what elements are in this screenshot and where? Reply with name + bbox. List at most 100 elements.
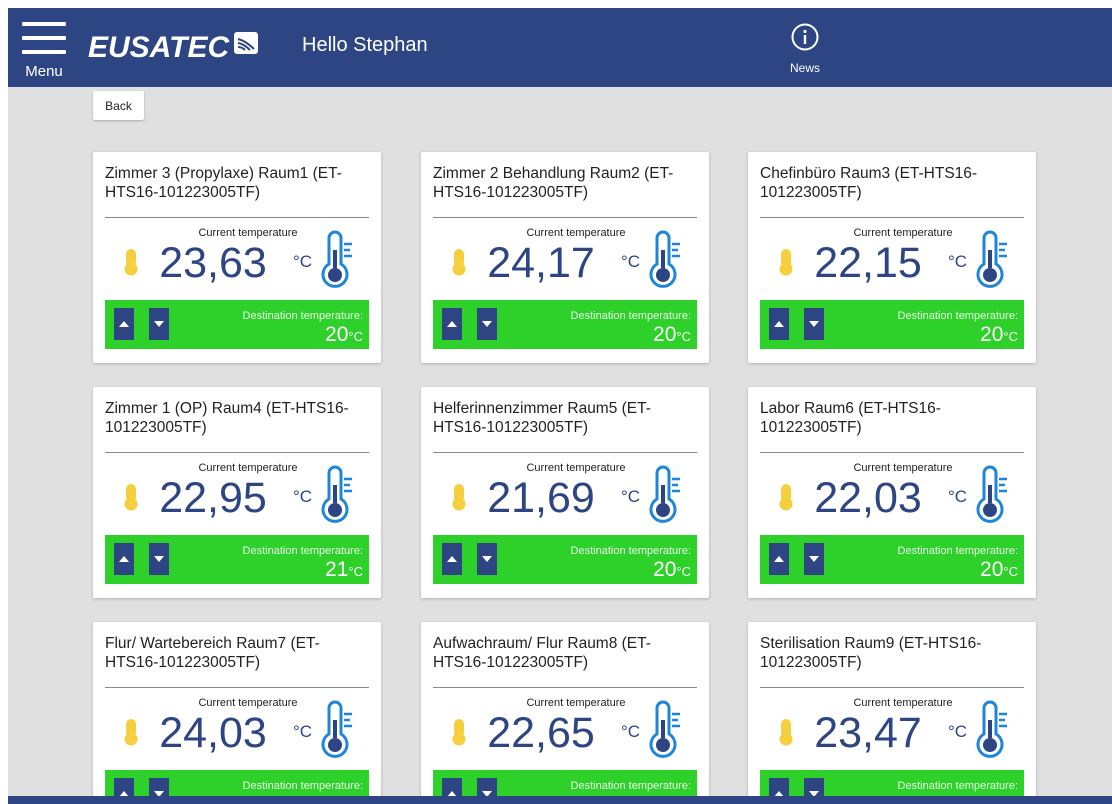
small-thermometer-icon bbox=[451, 248, 467, 281]
room-card-6: Labor Raum6 (ET-HTS16-101223005TF) Curre… bbox=[748, 387, 1036, 598]
room-name: Aufwachraum/ Flur Raum8 (ET-HTS16-101223… bbox=[433, 635, 651, 671]
decrease-temperature-button[interactable] bbox=[804, 543, 824, 575]
destination-temperature-label: Destination temperature: bbox=[570, 310, 691, 322]
destination-temperature-value: 21°C bbox=[325, 558, 363, 582]
news-label: News bbox=[789, 61, 820, 75]
destination-bar: Destination temperature: 20°C bbox=[105, 300, 369, 349]
room-name: Zimmer 3 (Propylaxe) Raum1 (ET-HTS16-101… bbox=[105, 165, 342, 201]
destination-unit: °C bbox=[676, 564, 691, 579]
main-content: Back Zimmer 3 (Propylaxe) Raum1 (ET-HTS1… bbox=[8, 87, 1112, 796]
room-card-2: Zimmer 2 Behandlung Raum2 (ET-HTS16-1012… bbox=[421, 152, 709, 363]
destination-temperature-label: Destination temperature: bbox=[242, 310, 363, 322]
back-button[interactable]: Back bbox=[93, 91, 144, 120]
room-card-3: Chefinbüro Raum3 (ET-HTS16-101223005TF) … bbox=[748, 152, 1036, 363]
destination-number: 21 bbox=[325, 558, 349, 581]
thermometer-icon bbox=[649, 230, 685, 295]
increase-temperature-button[interactable] bbox=[114, 778, 134, 796]
destination-number: 20 bbox=[325, 323, 349, 346]
destination-unit: °C bbox=[1003, 564, 1018, 579]
room-name: Sterilisation Raum9 (ET-HTS16-101223005T… bbox=[760, 635, 982, 671]
thermometer-icon bbox=[649, 700, 685, 765]
increase-temperature-button[interactable] bbox=[769, 778, 789, 796]
current-temperature-unit: °C bbox=[621, 487, 641, 506]
divider bbox=[433, 217, 697, 218]
small-thermometer-icon bbox=[123, 718, 139, 751]
destination-temperature-value: 20°C bbox=[980, 558, 1018, 582]
caret-up-icon bbox=[119, 321, 129, 327]
decrease-temperature-button[interactable] bbox=[804, 308, 824, 340]
divider bbox=[433, 687, 697, 688]
destination-temperature-label: Destination temperature: bbox=[570, 545, 691, 557]
room-name: Flur/ Wartebereich Raum7 (ET-HTS16-10122… bbox=[105, 635, 320, 671]
destination-temperature-value: 20°C bbox=[980, 323, 1018, 347]
destination-bar: Destination temperature: 20°C bbox=[433, 535, 697, 584]
current-temperature-value: 22,65 bbox=[487, 709, 595, 757]
destination-number: 20 bbox=[653, 558, 677, 581]
current-temperature-unit: °C bbox=[293, 252, 313, 271]
current-temperature-value: 22,03 bbox=[814, 474, 922, 522]
small-thermometer-icon bbox=[778, 483, 794, 516]
thermometer-icon bbox=[321, 700, 357, 765]
destination-unit: °C bbox=[676, 329, 691, 344]
decrease-temperature-button[interactable] bbox=[477, 543, 497, 575]
destination-unit: °C bbox=[348, 329, 363, 344]
divider bbox=[760, 217, 1024, 218]
destination-temperature-label: Destination temperature: bbox=[242, 545, 363, 557]
room-name: Zimmer 1 (OP) Raum4 (ET-HTS16-101223005T… bbox=[105, 400, 349, 436]
increase-temperature-button[interactable] bbox=[442, 543, 462, 575]
destination-temperature-label: Destination temperature: bbox=[897, 545, 1018, 557]
menu-button[interactable]: Menu bbox=[8, 8, 80, 87]
decrease-temperature-button[interactable] bbox=[477, 308, 497, 340]
decrease-temperature-button[interactable] bbox=[477, 778, 497, 796]
caret-down-icon bbox=[809, 321, 819, 327]
room-card-1: Zimmer 3 (Propylaxe) Raum1 (ET-HTS16-101… bbox=[93, 152, 381, 363]
current-temperature-value: 24,03 bbox=[159, 709, 267, 757]
current-temperature-value: 23,63 bbox=[159, 239, 267, 287]
increase-temperature-button[interactable] bbox=[769, 543, 789, 575]
decrease-temperature-button[interactable] bbox=[149, 543, 169, 575]
destination-number: 20 bbox=[980, 323, 1004, 346]
destination-bar: Destination temperature: 20°C bbox=[760, 300, 1024, 349]
current-temperature-unit: °C bbox=[621, 252, 641, 271]
increase-temperature-button[interactable] bbox=[442, 778, 462, 796]
decrease-temperature-button[interactable] bbox=[804, 778, 824, 796]
increase-temperature-button[interactable] bbox=[114, 308, 134, 340]
current-temperature-unit: °C bbox=[293, 722, 313, 741]
destination-bar: Destination temperature: 21°C bbox=[105, 535, 369, 584]
destination-number: 20 bbox=[653, 323, 677, 346]
divider bbox=[105, 452, 369, 453]
caret-up-icon bbox=[447, 321, 457, 327]
current-temperature-value: 22,15 bbox=[814, 239, 922, 287]
room-name: Zimmer 2 Behandlung Raum2 (ET-HTS16-1012… bbox=[433, 165, 674, 201]
menu-label: Menu bbox=[25, 63, 63, 80]
caret-up-icon bbox=[774, 321, 784, 327]
caret-up-icon bbox=[447, 556, 457, 562]
small-thermometer-icon bbox=[778, 718, 794, 751]
thermometer-icon bbox=[321, 465, 357, 530]
destination-unit: °C bbox=[1003, 329, 1018, 344]
decrease-temperature-button[interactable] bbox=[149, 778, 169, 796]
caret-down-icon bbox=[482, 321, 492, 327]
small-thermometer-icon bbox=[451, 483, 467, 516]
destination-number: 20 bbox=[980, 558, 1004, 581]
divider bbox=[760, 687, 1024, 688]
navbar: Menu EUSATEC Hello Stephan News bbox=[8, 8, 1112, 87]
increase-temperature-button[interactable] bbox=[114, 543, 134, 575]
footer-bar bbox=[8, 796, 1112, 804]
room-name: Chefinbüro Raum3 (ET-HTS16-101223005TF) bbox=[760, 165, 978, 201]
current-temperature-value: 23,47 bbox=[814, 709, 922, 757]
increase-temperature-button[interactable] bbox=[769, 308, 789, 340]
current-temperature-unit: °C bbox=[948, 252, 968, 271]
divider bbox=[105, 217, 369, 218]
small-thermometer-icon bbox=[123, 483, 139, 516]
destination-temperature-label: Destination temperature: bbox=[570, 780, 691, 792]
small-thermometer-icon bbox=[778, 248, 794, 281]
greeting: Hello Stephan bbox=[302, 34, 428, 56]
increase-temperature-button[interactable] bbox=[442, 308, 462, 340]
decrease-temperature-button[interactable] bbox=[149, 308, 169, 340]
divider bbox=[760, 452, 1024, 453]
caret-up-icon bbox=[119, 556, 129, 562]
news-button[interactable]: News bbox=[778, 22, 832, 78]
thermometer-icon bbox=[649, 465, 685, 530]
info-icon bbox=[790, 23, 820, 56]
